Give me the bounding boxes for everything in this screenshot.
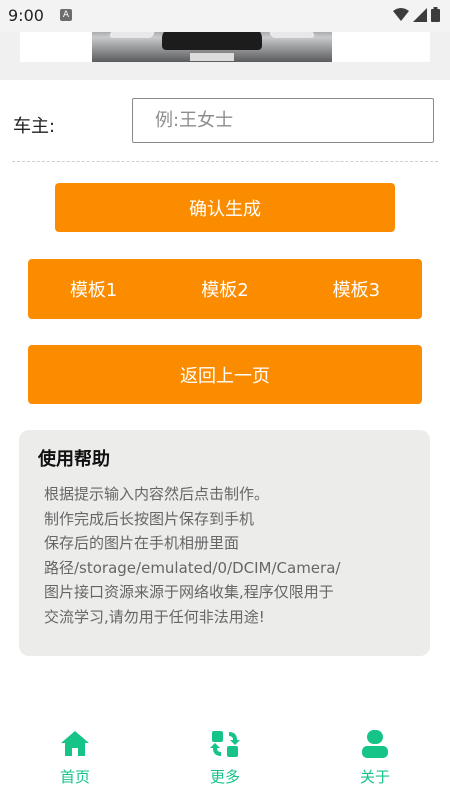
notification-icon: A (60, 9, 72, 21)
help-card: 使用帮助 根据提示输入内容然后点击制作。 制作完成后长按图片保存到手机 保存后的… (19, 430, 430, 656)
nav-label-about: 关于 (359, 768, 390, 786)
help-line: 根据提示输入内容然后点击制作。 (44, 485, 270, 503)
back-button[interactable]: 返回上一页 (28, 345, 422, 404)
nav-item-about[interactable]: 关于 (330, 712, 420, 792)
confirm-generate-button[interactable]: 确认生成 (55, 183, 395, 232)
owner-name-input[interactable] (132, 98, 434, 143)
divider (12, 161, 438, 162)
nav-item-more[interactable]: 更多 (180, 712, 270, 792)
status-time: 9:00 (8, 6, 44, 25)
nav-item-home[interactable]: 首页 (30, 712, 120, 792)
help-line: 路径/storage/emulated/0/DCIM/Camera/ (44, 558, 341, 577)
more-icon (210, 731, 240, 757)
help-line: 制作完成后长按图片保存到手机 (44, 509, 255, 528)
help-line: 保存后的图片在手机相册里面 (44, 534, 240, 552)
help-line: 交流学习,请勿用于任何非法用途! (44, 607, 265, 626)
help-text: 根据提示输入内容然后点击制作。 制作完成后长按图片保存到手机 保存后的图片在手机… (44, 482, 340, 629)
about-icon (362, 730, 388, 758)
nav-label-home: 首页 (59, 768, 90, 786)
template-1-button[interactable]: 模板1 (66, 276, 121, 302)
template-2-button[interactable]: 模板2 (197, 276, 252, 302)
battery-icon (431, 7, 440, 22)
status-bar: 9:00 A (0, 0, 450, 32)
template-3-button[interactable]: 模板3 (329, 276, 384, 302)
template-bar: 模板1 模板2 模板3 (28, 259, 422, 319)
help-title: 使用帮助 (38, 449, 110, 470)
wifi-icon (393, 7, 409, 21)
bottom-nav: 首页 更多 关于 (0, 712, 450, 800)
help-line: 图片接口资源来源于网络收集,程序仅限用于 (44, 583, 334, 601)
owner-label: 车主: (13, 116, 56, 137)
home-icon (61, 731, 89, 756)
signal-icon (413, 7, 427, 22)
owner-row: 车主: (0, 92, 450, 152)
nav-label-more: 更多 (209, 768, 240, 786)
